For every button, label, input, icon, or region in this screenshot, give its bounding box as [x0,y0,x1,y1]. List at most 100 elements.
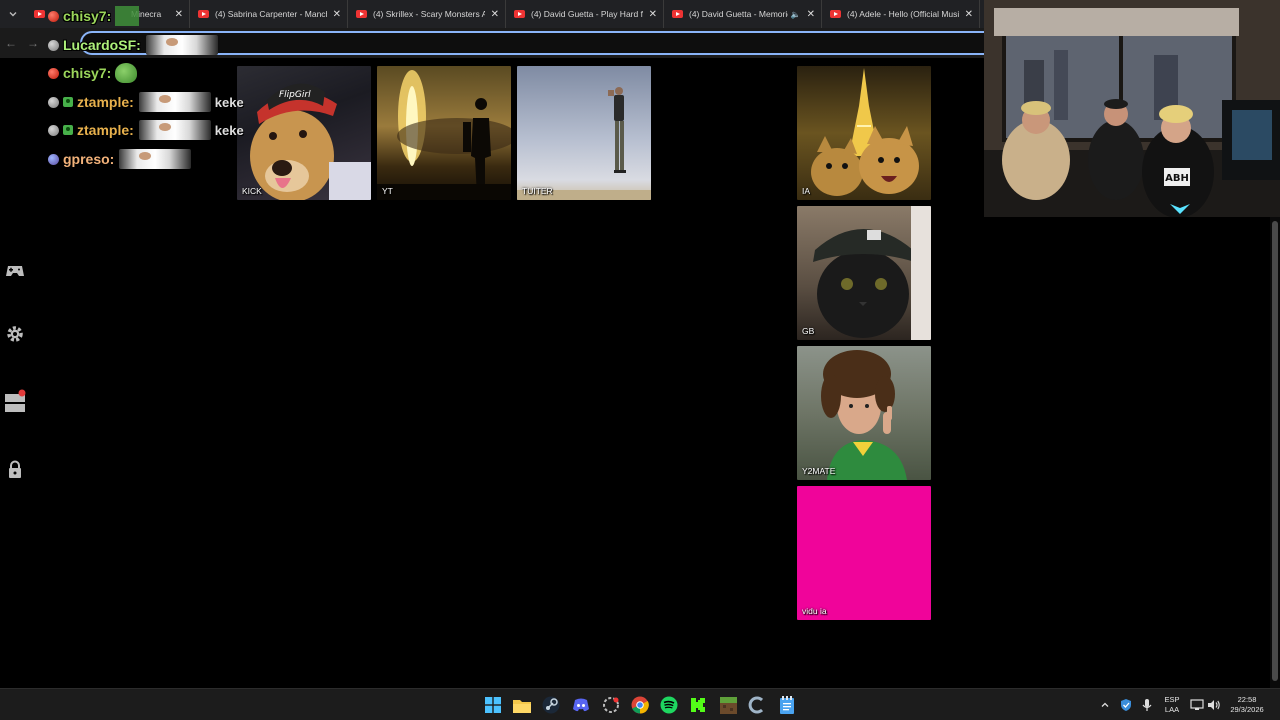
tile-label: KICK [242,186,262,196]
soldier-explosion-image [377,70,511,200]
emote-icon [115,6,140,26]
page-scrollbar[interactable] [1270,217,1280,688]
tile-label: GB [802,326,815,336]
tile-label: Y2MATE [802,466,836,476]
badge-icon [48,67,59,79]
tab-title: (4) Skrillex - Scary Monsters And [373,9,485,19]
server-icon[interactable] [4,389,26,412]
chat-username: gpreso: [63,151,115,167]
chat-message: chisy7: [48,4,140,28]
tile-label: vidu ia [802,606,827,616]
windows-taskbar: ESP LAA 22:58 29/3/2026 [0,688,1280,720]
chat-username: LucardoSF: [63,37,141,53]
security-shield-icon[interactable] [1117,696,1135,714]
emote-icon [138,92,211,112]
browser-tab[interactable]: (4) Sabrina Carpenter - Manchild ✕ [190,0,348,28]
subscriber-badge-icon [63,125,73,135]
emote-icon [119,149,192,169]
chat-text: keke [214,94,244,110]
chat-username: ztample: [77,122,134,138]
badge-icon [48,124,59,136]
badge-icon [48,96,59,108]
webcam-overlay: ABH [984,0,1280,217]
webcam-image: ABH [984,0,1280,217]
tab-search-button[interactable] [0,0,26,28]
lock-icon[interactable] [4,459,26,481]
close-tab-icon[interactable]: ✕ [649,9,657,20]
network-icon[interactable] [1188,696,1206,714]
microphone-icon[interactable] [1138,696,1156,714]
minecraft-icon[interactable] [719,696,737,714]
curly-hair-man-image [821,350,907,480]
chat-message: gpreso: [48,147,192,171]
gamepad-icon[interactable] [4,260,26,282]
lang-code: ESP [1164,695,1180,704]
screen: { "browser": { "tabs": [ {"title": "Mine… [0,0,1280,720]
tab-title: (4) David Guetta - Play Hard ft. [531,9,643,19]
youtube-icon [34,10,45,18]
browser-tab[interactable]: (4) Adele - Hello (Official Music ✕ [822,0,980,28]
badge-icon [48,153,59,165]
back-button[interactable]: ← [0,36,22,50]
tuiter-tile[interactable]: TUITER [517,66,651,200]
discord-icon[interactable] [572,696,590,714]
windows-start-icon[interactable] [484,696,502,714]
gb-tile[interactable]: GB [797,206,931,340]
cat-cap-image [813,206,931,340]
volume-icon[interactable] [1205,696,1223,714]
input-language[interactable]: ESP LAA [1160,695,1184,715]
svg-text:FlipGirl: FlipGirl [279,90,311,100]
badge-icon [48,39,59,51]
gear-icon[interactable] [4,323,26,345]
clock[interactable]: 22:58 29/3/2026 [1226,695,1268,715]
ccleaner-icon[interactable] [748,696,766,714]
emote-icon [138,120,211,140]
chat-message: LucardoSF: [48,33,218,57]
browser-tab[interactable]: (4) David Guetta - Memories 🔈 ✕ [664,0,822,28]
browser-tab[interactable]: (4) David Guetta - Play Hard ft. ✕ [506,0,664,28]
youtube-icon [830,10,841,18]
chat-message: chisy7: [48,61,138,85]
chat-message: ztample: keke [48,90,244,114]
close-tab-icon[interactable]: ✕ [175,9,183,20]
yt-tile[interactable]: YT [377,66,511,200]
dog-image: FlipGirl [250,83,371,200]
chat-text: keke [214,122,244,138]
tile-label: IA [802,186,811,196]
browser-tab[interactable]: (4) Skrillex - Scary Monsters And ✕ [348,0,506,28]
lang-layout: LAA [1164,705,1180,714]
badge-icon [48,10,59,22]
clock-date: 29/3/2026 [1230,705,1264,714]
youtube-icon [672,10,683,18]
kick-tile[interactable]: FlipGirl KICK [237,66,371,200]
tab-title: (4) David Guetta - Memories [689,9,788,19]
chat-username: chisy7: [63,65,112,81]
ia-tile[interactable]: IA [797,66,931,200]
close-tab-icon[interactable]: ✕ [333,9,341,20]
close-tab-icon[interactable]: ✕ [491,9,499,20]
tab-title: (4) Sabrina Carpenter - Manchild [215,9,327,19]
chrome-icon[interactable] [631,696,649,714]
chat-username: chisy7: [63,8,112,24]
close-tab-icon[interactable]: ✕ [807,9,815,20]
file-explorer-icon[interactable] [513,696,531,714]
spotify-icon[interactable] [660,696,678,714]
cats-eiffel-image [811,68,919,196]
chevron-up-icon[interactable] [1096,696,1114,714]
steam-icon[interactable] [542,696,560,714]
youtube-icon [514,10,525,18]
notepad-icon[interactable] [778,696,796,714]
forward-button[interactable]: → [22,36,44,50]
chat-message: ztample: keke [48,118,244,142]
tab-title: (4) Adele - Hello (Official Music [847,9,959,19]
y2mate-tile[interactable]: Y2MATE [797,346,931,480]
vidu-ia-tile[interactable]: vidu ia [797,486,931,620]
scrollbar-thumb[interactable] [1272,221,1278,681]
speaker-icon[interactable]: 🔈 [791,10,801,19]
app-icon[interactable] [602,696,620,714]
close-tab-icon[interactable]: ✕ [965,9,973,20]
chevron-down-icon [9,12,17,17]
clock-time: 22:58 [1237,695,1257,704]
subscriber-badge-icon [63,97,73,107]
kick-app-icon[interactable] [689,696,707,714]
